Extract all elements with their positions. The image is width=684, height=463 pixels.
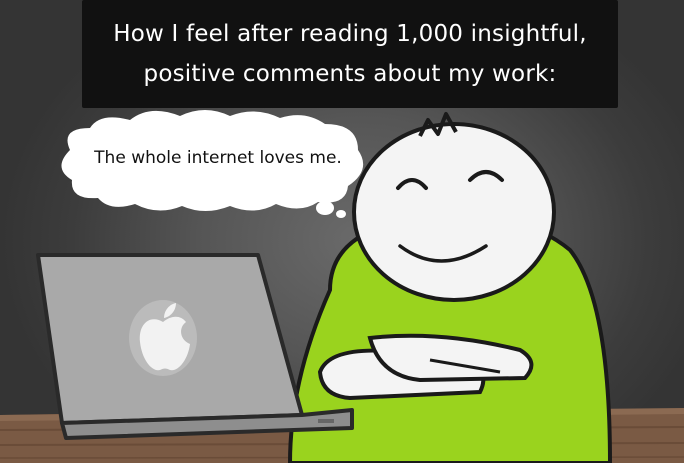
caption-line-2: positive comments about my work:: [143, 61, 557, 87]
caption-line-1: How I feel after reading 1,000 insightfu…: [113, 21, 587, 47]
apple-logo-icon: [129, 300, 197, 376]
character-head: [352, 112, 556, 302]
caption-text: How I feel after reading 1,000 insightfu…: [100, 14, 600, 94]
caption-box: How I feel after reading 1,000 insightfu…: [82, 0, 618, 108]
comic-panel: The whole internet loves me. How I feel …: [0, 0, 684, 463]
thought-bubble-text: The whole internet loves me.: [94, 148, 342, 168]
